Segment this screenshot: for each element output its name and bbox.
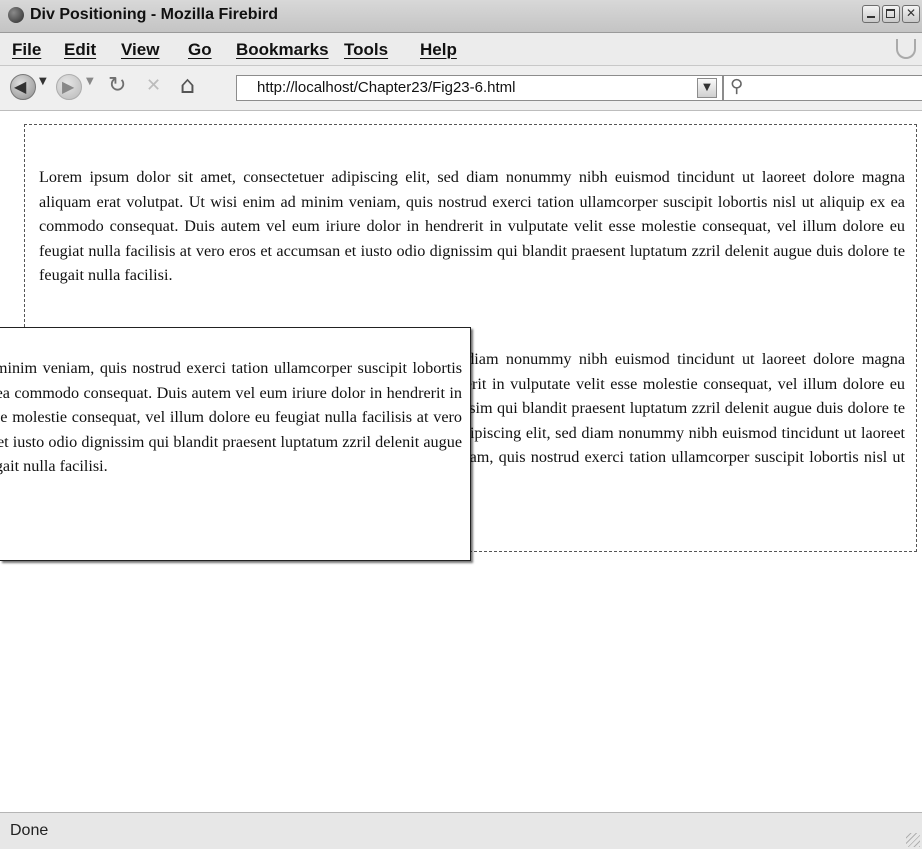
menu-view[interactable]: View [121, 40, 159, 60]
window-controls [862, 5, 920, 25]
menu-help[interactable]: Help [420, 40, 457, 60]
stop-icon[interactable]: ✕ [146, 75, 168, 97]
maximize-button[interactable] [882, 5, 900, 23]
search-icon[interactable]: ⚲ [730, 76, 743, 97]
forward-history-dropdown-icon[interactable]: ▼ [86, 76, 94, 87]
reload-icon[interactable]: ↻ [108, 73, 134, 99]
address-input[interactable]: http://localhost/Chapter23/Fig23-6.html [257, 79, 515, 96]
window-title: Div Positioning - Mozilla Firebird [30, 6, 279, 23]
back-history-dropdown-icon[interactable]: ▼ [39, 76, 47, 87]
back-button[interactable]: ◀ [10, 74, 36, 100]
positioned-div: Ut wisi enim ad minim veniam, quis nostr… [0, 327, 471, 561]
menu-tools[interactable]: Tools [344, 40, 388, 60]
close-button[interactable] [902, 5, 920, 23]
status-bar: Done [0, 812, 922, 849]
home-icon[interactable]: ⌂ [180, 71, 208, 99]
resize-grip[interactable] [906, 833, 920, 847]
url-dropdown-button[interactable]: ▼ [697, 78, 717, 98]
forward-button[interactable]: ▶ [56, 74, 82, 100]
menu-go[interactable]: Go [188, 40, 212, 60]
browser-window: Div Positioning - Mozilla Firebird File … [0, 0, 922, 849]
firebird-logo-icon [8, 7, 24, 23]
menu-bar: File Edit View Go Bookmarks Tools Help [0, 33, 922, 66]
status-text: Done [10, 822, 49, 839]
throbber-icon [896, 39, 916, 59]
title-bar: Div Positioning - Mozilla Firebird [0, 0, 922, 33]
menu-file[interactable]: File [12, 40, 41, 60]
paragraph: Lorem ipsum dolor sit amet, consectetuer… [39, 168, 905, 284]
positioned-div-text: Ut wisi enim ad minim veniam, quis nostr… [0, 359, 462, 475]
minimize-button[interactable] [862, 5, 880, 23]
menu-bookmarks[interactable]: Bookmarks [236, 40, 329, 60]
address-bar[interactable]: http://localhost/Chapter23/Fig23-6.html [236, 75, 723, 101]
menu-edit[interactable]: Edit [64, 40, 96, 60]
navigation-toolbar: ◀ ▼ ▶ ▼ ↻ ✕ ⌂ http://localhost/Chapter23… [0, 66, 922, 111]
search-input[interactable]: ⚲ [723, 75, 922, 101]
page-content: Lorem ipsum dolor sit amet, consectetuer… [0, 111, 922, 811]
